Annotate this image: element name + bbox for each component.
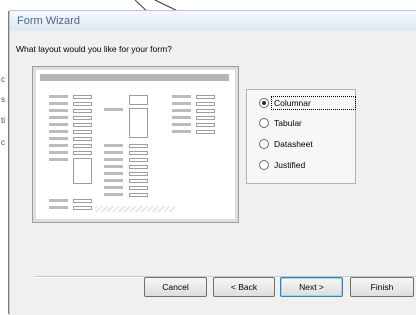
window-title[interactable]: Form Wizard [10, 11, 416, 31]
radio-columnar-label: Columnar [271, 96, 356, 110]
radio-justified-label: Justified [274, 160, 306, 170]
cancel-button[interactable]: Cancel [144, 277, 207, 297]
preview-column-1 [49, 95, 92, 184]
background-text-fragment: ti [1, 116, 5, 125]
radio-datasheet-label: Datasheet [274, 139, 313, 149]
background-text-fragment: c [1, 138, 5, 147]
radio-empty-icon [259, 160, 269, 170]
radio-tabular-label: Tabular [274, 118, 302, 128]
layout-prompt: What layout would you like for your form… [16, 44, 172, 54]
background-text-fragment: s [1, 95, 5, 104]
preview-column-3 [172, 95, 215, 134]
preview-title-bar [40, 74, 229, 81]
back-button[interactable]: < Back [213, 277, 275, 297]
layout-preview [32, 66, 239, 223]
preview-hatch-bar [95, 206, 175, 212]
radio-empty-icon [259, 118, 269, 128]
radio-columnar[interactable]: Columnar [259, 96, 356, 110]
radio-justified[interactable]: Justified [259, 159, 307, 171]
radio-selected-icon [259, 98, 269, 108]
form-wizard-dialog: Form Wizard What layout would you like f… [9, 10, 416, 315]
finish-button[interactable]: Finish [350, 277, 414, 297]
background-text-fragment: c [1, 75, 5, 84]
radio-datasheet[interactable]: Datasheet [259, 138, 315, 150]
radio-tabular[interactable]: Tabular [259, 117, 304, 129]
preview-column-2 [104, 95, 148, 197]
preview-column-1-footer [49, 199, 92, 210]
layout-options-group: Columnar Tabular Datasheet Justified [246, 89, 356, 184]
radio-empty-icon [259, 139, 269, 149]
next-button[interactable]: Next > [280, 277, 343, 297]
